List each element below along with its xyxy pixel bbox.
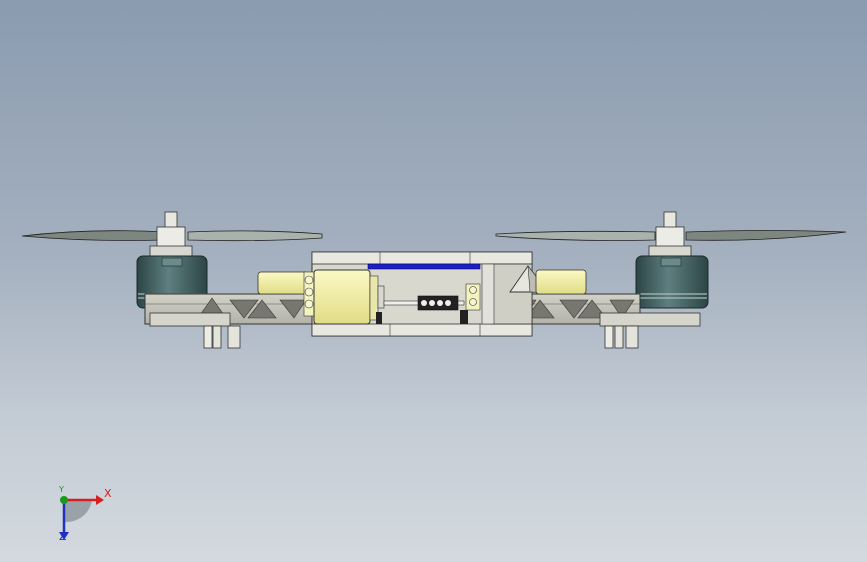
triad-shadow <box>64 500 92 523</box>
y-axis-dot <box>60 496 68 504</box>
quadcopter-model[interactable] <box>0 0 867 562</box>
3d-viewport[interactable]: X Y Z <box>0 0 867 562</box>
right-motor <box>635 211 709 309</box>
y-axis-label: Y <box>59 485 64 494</box>
main-esc <box>313 269 385 325</box>
signal-wire <box>367 263 481 270</box>
x-axis-label: X <box>104 487 112 500</box>
z-axis-label: Z <box>59 530 67 543</box>
